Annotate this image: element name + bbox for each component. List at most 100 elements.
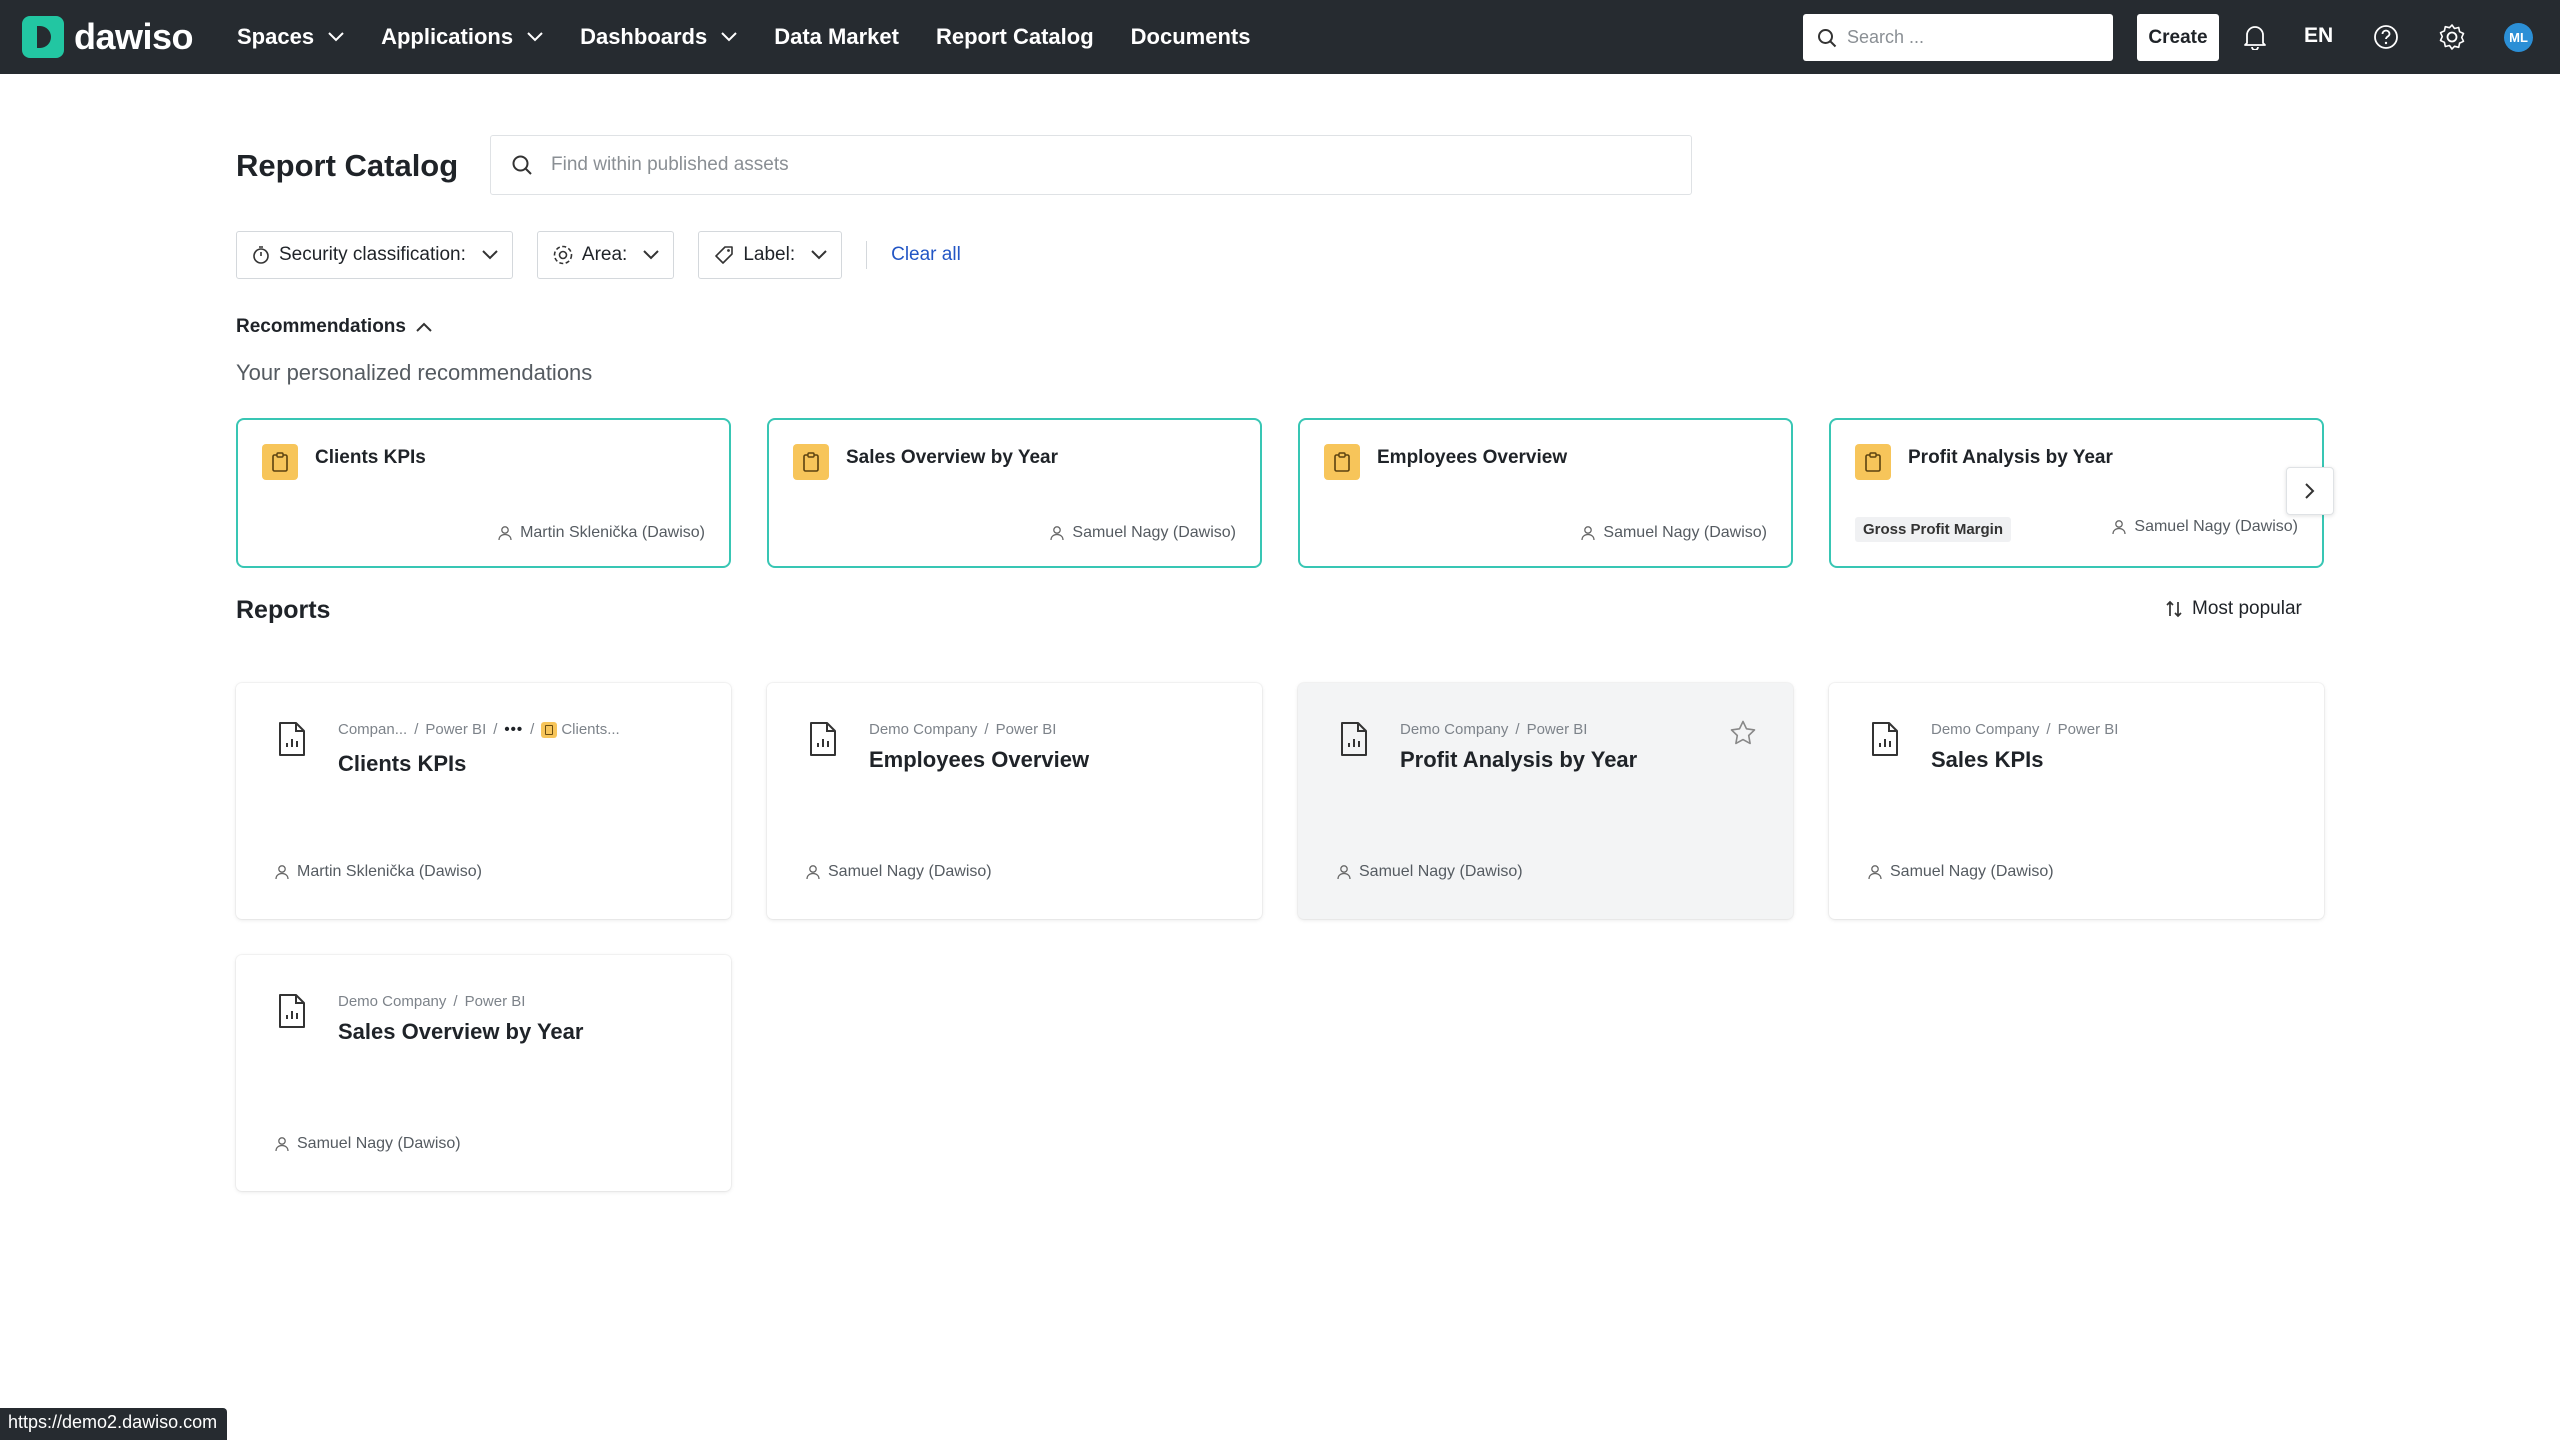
recommendation-card[interactable]: Sales Overview by Year Samuel Nagy (Dawi… xyxy=(767,418,1262,568)
clipboard-icon xyxy=(262,444,298,480)
breadcrumb-item[interactable]: Compan... xyxy=(338,721,407,738)
breadcrumb-item[interactable]: Power BI xyxy=(2058,721,2119,738)
nav-applications-label: Applications xyxy=(381,24,514,49)
label-tag[interactable]: Gross Profit Margin xyxy=(1855,517,2012,542)
settings-gear-icon[interactable] xyxy=(2437,22,2467,52)
report-card[interactable]: Demo Company / Power BI Sales KPIs Samue… xyxy=(1829,683,2324,919)
breadcrumb-item[interactable]: Power BI xyxy=(425,721,486,738)
breadcrumb-item[interactable]: Power BI xyxy=(465,993,526,1010)
recommendation-card[interactable]: Clients KPIs Martin Sklenička (Dawiso) xyxy=(236,418,731,568)
sort-label: Most popular xyxy=(2192,598,2302,619)
dawiso-logo[interactable]: dawiso xyxy=(22,16,194,58)
owner-name: Martin Sklenička (Dawiso) xyxy=(520,524,705,541)
report-document-icon xyxy=(1872,722,1898,756)
user-icon xyxy=(2112,520,2127,535)
recommendations-toggle[interactable]: Recommendations xyxy=(236,316,432,338)
breadcrumb-item[interactable]: Demo Company xyxy=(869,721,977,738)
chevron-right-icon xyxy=(2305,483,2315,499)
user-icon xyxy=(275,865,289,880)
user-icon xyxy=(498,526,512,541)
user-icon xyxy=(1337,865,1351,880)
recommendations-next-button[interactable] xyxy=(2286,467,2334,515)
recommendation-title: Sales Overview by Year xyxy=(846,447,1058,468)
report-document-icon xyxy=(1341,722,1367,756)
recommendation-title: Employees Overview xyxy=(1377,447,1568,468)
breadcrumb-item[interactable]: Demo Company xyxy=(1931,721,2039,738)
breadcrumb-more-icon[interactable]: ••• xyxy=(504,721,523,738)
chevron-down-icon xyxy=(811,250,827,260)
brand-name: dawiso xyxy=(74,16,194,57)
recommendation-title: Clients KPIs xyxy=(315,447,426,468)
catalog-search-input[interactable] xyxy=(551,154,1651,176)
nav-report-catalog-label: Report Catalog xyxy=(935,24,1094,49)
report-title[interactable]: Sales Overview by Year xyxy=(338,1019,583,1045)
breadcrumb-item[interactable]: Clients... xyxy=(561,721,619,738)
search-icon xyxy=(1818,28,1837,47)
clipboard-icon xyxy=(1324,444,1360,480)
breadcrumb-separator: / xyxy=(530,721,535,738)
report-card[interactable]: Compan... / Power BI / ••• / Clients... … xyxy=(236,683,731,919)
report-card[interactable]: Demo Company / Power BI Profit Analysis … xyxy=(1298,683,1793,919)
nav-dashboards[interactable]: Dashboards xyxy=(580,24,737,50)
breadcrumb-item[interactable]: Demo Company xyxy=(338,993,446,1010)
recommendation-card[interactable]: Employees Overview Samuel Nagy (Dawiso) xyxy=(1298,418,1793,568)
chevron-down-icon xyxy=(643,250,660,260)
recommendation-title: Profit Analysis by Year xyxy=(1908,447,2113,468)
nav-documents[interactable]: Documents xyxy=(1131,24,1251,50)
nav-data-market[interactable]: Data Market xyxy=(774,24,899,50)
owner-name: Samuel Nagy (Dawiso) xyxy=(1603,524,1767,541)
user-icon xyxy=(275,1137,289,1152)
clipboard-icon xyxy=(1855,444,1891,480)
breadcrumb-item[interactable]: Power BI xyxy=(1527,721,1588,738)
report-title[interactable]: Employees Overview xyxy=(869,747,1089,773)
breadcrumb: Demo Company / Power BI xyxy=(1400,721,1587,738)
user-avatar[interactable]: ML xyxy=(2504,23,2533,52)
report-card[interactable]: Demo Company / Power BI Sales Overview b… xyxy=(236,955,731,1191)
breadcrumb-item[interactable]: Demo Company xyxy=(1400,721,1508,738)
owner-name: Samuel Nagy (Dawiso) xyxy=(828,863,992,880)
chevron-down-icon xyxy=(721,32,737,42)
sort-arrows-icon xyxy=(2166,600,2182,618)
recommendation-owner: Samuel Nagy (Dawiso) xyxy=(1049,524,1236,542)
global-search-input[interactable] xyxy=(1847,27,2087,48)
sort-selector[interactable]: Most popular xyxy=(2164,598,2302,620)
catalog-search[interactable] xyxy=(490,135,1692,195)
breadcrumb: Demo Company / Power BI xyxy=(869,721,1056,738)
nav-report-catalog[interactable]: Report Catalog xyxy=(936,24,1094,50)
owner-name: Samuel Nagy (Dawiso) xyxy=(1359,863,1523,880)
report-document-icon xyxy=(279,994,305,1028)
report-title[interactable]: Sales KPIs xyxy=(1931,747,2044,773)
favorite-star-icon[interactable] xyxy=(1729,719,1757,747)
create-button[interactable]: Create xyxy=(2137,14,2219,61)
nav-dashboards-label: Dashboards xyxy=(580,24,708,49)
stopwatch-icon xyxy=(251,245,271,265)
chevron-down-icon xyxy=(328,32,344,42)
nav-spaces-label: Spaces xyxy=(237,24,315,49)
clear-all-link[interactable]: Clear all xyxy=(891,244,961,266)
nav-spaces[interactable]: Spaces xyxy=(237,24,344,50)
clipboard-icon xyxy=(793,444,829,480)
breadcrumb: Demo Company / Power BI xyxy=(338,993,525,1010)
filter-bar: Security classification: Area: Label: Cl… xyxy=(236,231,961,279)
label-filter-label: Label: xyxy=(743,244,796,265)
recommendation-card[interactable]: Profit Analysis by Year Gross Profit Mar… xyxy=(1829,418,2324,568)
area-filter[interactable]: Area: xyxy=(536,231,675,279)
report-title[interactable]: Clients KPIs xyxy=(338,751,466,777)
user-icon xyxy=(806,865,820,880)
security-classification-filter[interactable]: Security classification: xyxy=(236,231,513,279)
report-card[interactable]: Demo Company / Power BI Employees Overvi… xyxy=(767,683,1262,919)
recommendation-owner: Samuel Nagy (Dawiso) xyxy=(1580,524,1767,542)
global-search[interactable] xyxy=(1803,14,2113,61)
report-title[interactable]: Profit Analysis by Year xyxy=(1400,747,1637,773)
help-icon[interactable] xyxy=(2371,22,2401,52)
language-selector[interactable]: EN xyxy=(2304,24,2333,48)
breadcrumb-separator: / xyxy=(493,721,498,738)
breadcrumb-item[interactable]: Power BI xyxy=(996,721,1057,738)
owner-name: Samuel Nagy (Dawiso) xyxy=(1890,863,2054,880)
label-filter[interactable]: Label: xyxy=(698,231,843,279)
notifications-bell-icon[interactable] xyxy=(2240,22,2270,52)
nav-applications[interactable]: Applications xyxy=(381,24,543,50)
link-status-bar: https://demo2.dawiso.com xyxy=(0,1408,228,1440)
owner-name: Samuel Nagy (Dawiso) xyxy=(297,1135,461,1152)
report-document-icon xyxy=(810,722,836,756)
